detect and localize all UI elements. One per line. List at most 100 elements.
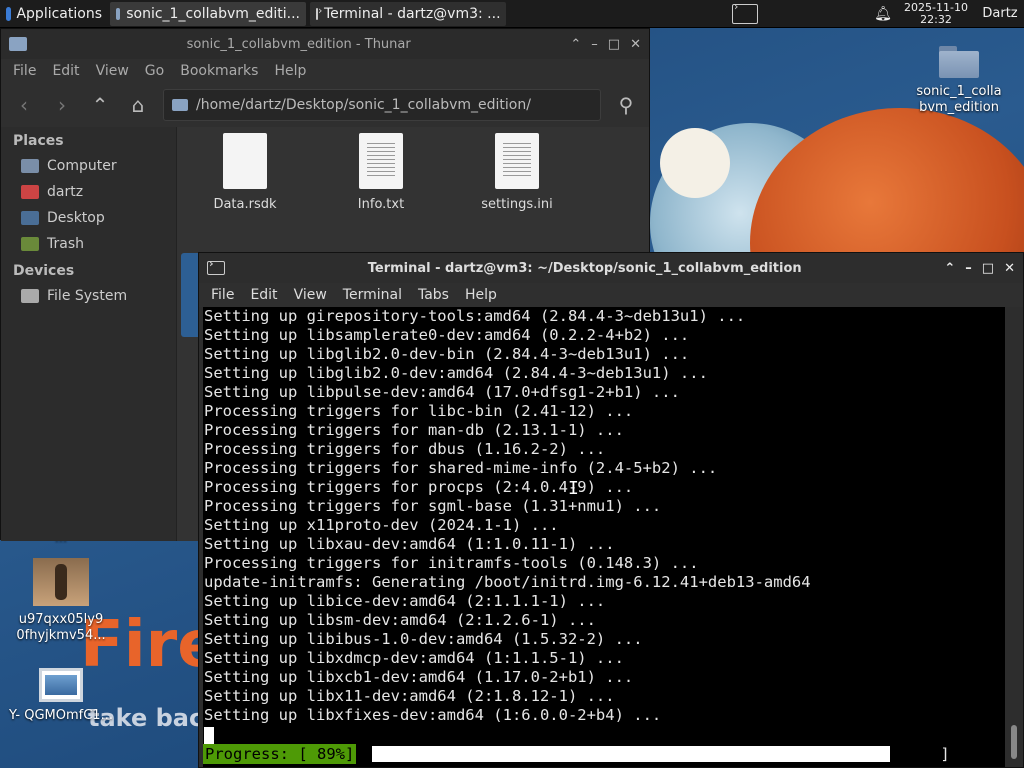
sidebar-item-file-system[interactable]: File System — [1, 283, 176, 309]
terminal-line: Setting up libibus-1.0-dev:amd64 (1.5.32… — [204, 630, 643, 648]
back-button[interactable]: ‹ — [11, 92, 37, 118]
text-file-icon — [359, 133, 403, 189]
terminal-icon — [316, 4, 322, 20]
search-icon: ⚲ — [618, 93, 634, 117]
devices-heading: Devices — [13, 263, 75, 279]
thunar-titlebar[interactable]: sonic_1_collabvm_edition - Thunar ⌃ – □ … — [1, 29, 649, 59]
taskbar-item-thunar[interactable]: sonic_1_collabvm_editi... — [110, 1, 306, 26]
file-data-rsdk[interactable]: Data.rsdk — [185, 133, 305, 212]
terminal-line: Setting up girepository-tools:amd64 (2.8… — [204, 307, 746, 325]
desktop-icon-label: sonic_1_colla bvm_edition — [916, 84, 1002, 115]
user-menu-button[interactable]: Dartz — [976, 6, 1024, 21]
image-thumbnail-icon — [33, 558, 89, 606]
desktop-icon-image-2[interactable]: Y- QGMOmfC1... — [6, 668, 116, 724]
clock-time: 22:32 — [920, 12, 952, 26]
menu-help[interactable]: Help — [457, 287, 505, 303]
chevron-right-icon: › — [58, 93, 66, 117]
clock-date: 2025-11-10 — [904, 0, 968, 14]
window-title: sonic_1_collabvm_edition - Thunar — [186, 36, 411, 52]
desktop-icon-sonic-folder[interactable]: sonic_1_colla bvm_edition — [904, 46, 1014, 116]
terminal-line: Setting up libglib2.0-dev:amd64 (2.84.4-… — [204, 364, 708, 382]
minimize-button[interactable]: – — [965, 261, 972, 276]
progress-bar: [ ] — [362, 744, 952, 767]
progress-fill — [372, 746, 891, 762]
desktop-icon-label: u97qxx05ly9 0fhyjkmv54... — [16, 612, 106, 643]
sidebar-item-label: File System — [47, 288, 128, 304]
file-info-txt[interactable]: Info.txt — [321, 133, 441, 212]
taskbar-item-terminal[interactable]: Terminal - dartz@vm3: ... — [310, 1, 506, 26]
top-panel: Applications sonic_1_collabvm_editi... T… — [0, 0, 1024, 28]
terminal-line: Processing triggers for libc-bin (2.41-1… — [204, 402, 634, 420]
forward-button[interactable]: › — [49, 92, 75, 118]
maximize-button[interactable]: □ — [982, 261, 994, 276]
desktop-icon-image-file[interactable]: u97qxx05ly9 0fhyjkmv54... — [6, 558, 116, 644]
parent-folder-button[interactable]: ⌃ — [87, 92, 113, 118]
sidebar-item-computer[interactable]: Computer — [1, 153, 176, 179]
file-settings-ini[interactable]: settings.ini — [457, 133, 577, 212]
terminal-line: Processing triggers for shared-mime-info… — [204, 459, 718, 477]
desktop-icon-label: Y- QGMOmfC1... — [9, 708, 113, 723]
clock[interactable]: 2025-11-10 22:32 — [896, 0, 976, 26]
sidebar-item-label: Trash — [47, 236, 84, 252]
sidebar-item-dartz[interactable]: dartz — [1, 179, 176, 205]
chevron-left-icon: ‹ — [20, 93, 28, 117]
trash-icon — [21, 237, 39, 251]
applications-logo-icon — [6, 6, 12, 21]
desktop-icon — [21, 211, 39, 225]
menu-file[interactable]: File — [203, 287, 242, 303]
maximize-button[interactable]: □ — [608, 37, 620, 52]
terminal-line: Processing triggers for dbus (1.16.2-2) … — [204, 440, 606, 458]
sidebar-item-label: Desktop — [47, 210, 105, 226]
terminal-line: Setting up libice-dev:amd64 (2:1.1.1-1) … — [204, 592, 606, 610]
wallpaper-cloud — [660, 128, 730, 198]
search-button[interactable]: ⚲ — [613, 92, 639, 118]
computer-icon — [21, 159, 39, 173]
notification-bell-icon[interactable]: 🔔︎ — [870, 6, 896, 22]
file-label: Data.rsdk — [213, 197, 277, 212]
menu-edit[interactable]: Edit — [44, 63, 87, 79]
terminal-line: Processing triggers for initramfs-tools … — [204, 554, 699, 572]
progress-row: Progress: [ 89%] [ ] — [203, 744, 952, 767]
menu-view[interactable]: View — [286, 287, 335, 303]
terminal-titlebar[interactable]: Terminal - dartz@vm3: ~/Desktop/sonic_1_… — [199, 253, 1023, 283]
menu-go[interactable]: Go — [137, 63, 172, 79]
terminal-output[interactable]: Setting up girepository-tools:amd64 (2.8… — [203, 307, 1005, 767]
menu-edit[interactable]: Edit — [242, 287, 285, 303]
home-button[interactable]: ⌂ — [125, 92, 151, 118]
sidebar-item-desktop[interactable]: Desktop — [1, 205, 176, 231]
file-label: Info.txt — [357, 197, 405, 212]
applications-menu-button[interactable]: Applications — [0, 0, 108, 28]
window-title: Terminal - dartz@vm3: ~/Desktop/sonic_1_… — [367, 260, 802, 276]
close-button[interactable]: ✕ — [630, 37, 641, 52]
places-heading: Places — [13, 133, 64, 149]
sidebar-item-label: Computer — [47, 158, 117, 174]
minimize-button[interactable]: – — [591, 37, 598, 52]
folder-icon — [172, 99, 188, 111]
sidebar-item-trash[interactable]: Trash — [1, 231, 176, 257]
terminal-line: Setting up x11proto-dev (2024.1-1) ... — [204, 516, 559, 534]
thunar-sidebar: Places Computer dartz Desktop Trash Devi… — [1, 127, 177, 541]
terminal-line: Setting up libpulse-dev:amd64 (17.0+dfsg… — [204, 383, 680, 401]
close-button[interactable]: ✕ — [1004, 261, 1015, 276]
menu-terminal[interactable]: Terminal — [335, 287, 410, 303]
thunar-menubar: File Edit View Go Bookmarks Help — [1, 59, 649, 83]
location-path-input[interactable]: /home/dartz/Desktop/sonic_1_collabvm_edi… — [163, 89, 601, 121]
home-folder-icon — [21, 185, 39, 199]
terminal-icon — [732, 0, 758, 24]
menu-file[interactable]: File — [5, 63, 44, 79]
terminal-line: Processing triggers for man-db (2.13.1-1… — [204, 421, 624, 439]
collapse-button[interactable]: ⌃ — [944, 261, 955, 276]
menu-help[interactable]: Help — [266, 63, 314, 79]
folder-icon — [9, 37, 27, 51]
collapse-button[interactable]: ⌃ — [570, 37, 581, 52]
terminal-line: Setting up libxfixes-dev:amd64 (1:6.0.0-… — [204, 706, 662, 724]
menu-view[interactable]: View — [88, 63, 137, 79]
drive-icon — [21, 289, 39, 303]
menu-tabs[interactable]: Tabs — [410, 287, 457, 303]
thunar-toolbar: ‹ › ⌃ ⌂ /home/dartz/Desktop/sonic_1_coll… — [1, 83, 649, 127]
terminal-launcher-button[interactable] — [728, 0, 762, 27]
terminal-line: Setting up libxdmcp-dev:amd64 (1:1.1.5-1… — [204, 649, 624, 667]
scrollbar-thumb[interactable] — [1011, 725, 1017, 759]
menu-bookmarks[interactable]: Bookmarks — [172, 63, 266, 79]
terminal-scrollbar[interactable] — [1007, 307, 1021, 767]
